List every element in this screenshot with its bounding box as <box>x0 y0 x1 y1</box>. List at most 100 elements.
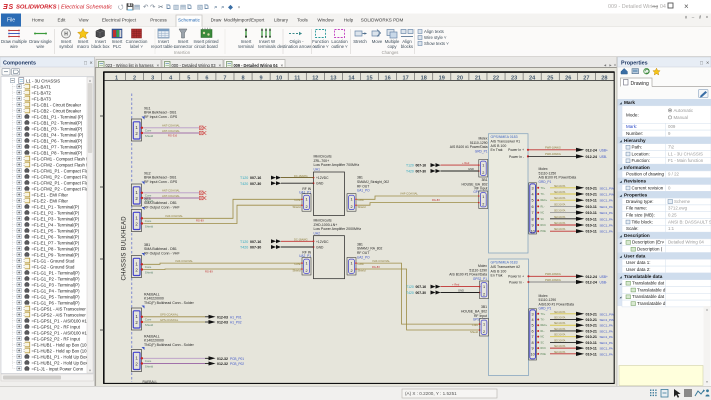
svg-text:3: 3 <box>532 312 534 316</box>
svg-text:VHF-COAXIAL: VHF-COAXIAL <box>175 259 193 263</box>
svg-text:NC: NC <box>541 336 545 339</box>
svg-text:RF Input Conn - GPS: RF Input Conn - GPS <box>144 180 178 184</box>
svg-text:25: 25 <box>547 75 553 81</box>
svg-text:=F1-CB1_P3 - Terminal(P): =F1-CB1_P3 - Terminal(P) <box>32 126 83 131</box>
svg-text:En Trak: En Trak <box>491 274 503 278</box>
svg-text:T420: T420 <box>240 182 248 186</box>
svg-text:PWR-18AWG: PWR-18AWG <box>545 152 561 156</box>
svg-text:GRD_P1: GRD_P1 <box>539 307 552 311</box>
svg-text:RG-8X: RG-8X <box>196 219 204 223</box>
svg-text:7: 7 <box>532 335 534 339</box>
svg-text:SEC1_PW: SEC1_PW <box>600 193 615 197</box>
svg-text:(A) X : 0.2200, Y : 1.5251: (A) X : 0.2200, Y : 1.5251 <box>405 391 457 396</box>
svg-text:SEC1_PW: SEC1_PW <box>600 318 615 322</box>
svg-text:1: 1 <box>350 198 352 202</box>
svg-text:⧉: ⧉ <box>166 4 171 11</box>
svg-text:2: 2 <box>482 202 484 206</box>
svg-text:=F1-BAT3: =F1-BAT3 <box>32 96 52 101</box>
svg-text:Show texts ˅: Show texts ˅ <box>424 41 449 46</box>
svg-text:Power In -: Power In - <box>509 155 524 159</box>
svg-text:DC-18AWG: DC-18AWG <box>294 238 308 242</box>
svg-text:Core: Core <box>472 323 479 327</box>
svg-text:SEC1_PA: SEC1_PA <box>600 329 613 333</box>
svg-text:TNC(F) Bulkhead Conn - Solder: TNC(F) Bulkhead Conn - Solder <box>144 301 195 305</box>
svg-text:=F1-CB2 - Circuit Breaker: =F1-CB2 - Circuit Breaker <box>32 108 82 113</box>
svg-text:L1 - 3U CHASSIS: L1 - 3U CHASSIS <box>668 151 703 156</box>
svg-text:GND: GND <box>468 167 474 171</box>
svg-text:=F1-GPS2_P1 - AIS/0100 #1: =F1-GPS2_P1 - AIS/0100 #1 <box>32 330 88 335</box>
svg-text:1: 1 <box>350 262 352 266</box>
svg-text:TX+: TX+ <box>541 313 546 316</box>
svg-text:Wire style ˅: Wire style ˅ <box>424 35 447 40</box>
svg-text:Mode:: Mode: <box>626 112 639 117</box>
svg-text:□: □ <box>700 61 703 67</box>
svg-text:007-30: 007-30 <box>416 170 427 174</box>
svg-text:T420: T420 <box>406 291 414 295</box>
svg-text:Translatable dat: Translatable dat <box>632 281 665 286</box>
svg-text:=F1-HUB1_P1 - Hold Up Box: =F1-HUB1_P1 - Hold Up Box <box>32 354 89 359</box>
svg-text:SEC1_PA: SEC1_PA <box>600 205 613 209</box>
svg-text:Core: Core <box>294 262 301 266</box>
svg-text:black box: black box <box>91 44 110 49</box>
svg-text:SEC1_PW: SEC1_PW <box>600 186 615 190</box>
svg-text:Help: Help <box>344 18 354 23</box>
svg-text:4: 4 <box>532 193 534 197</box>
svg-text:GPS-COAXIAL: GPS-COAXIAL <box>160 318 179 322</box>
svg-text:DC-18AWG: DC-18AWG <box>294 174 308 178</box>
svg-text:SEC-DATA: SEC-DATA <box>554 328 566 331</box>
svg-text:Core: Core <box>358 198 365 202</box>
svg-text:=F1-CFM1 - Compact Flash M: =F1-CFM1 - Compact Flash M <box>32 156 91 161</box>
svg-text:007-30: 007-30 <box>250 246 261 250</box>
svg-text:terminals: terminals <box>258 44 275 49</box>
svg-text:↶: ↶ <box>143 4 149 11</box>
svg-text:Automatic: Automatic <box>674 108 694 113</box>
svg-text:+ Red: + Red <box>452 282 460 286</box>
svg-text:=F1-GPS1_P2 - RF Input: =F1-GPS1_P2 - RF Input <box>32 324 81 329</box>
svg-text:=F1-CB1_P4 - Terminal (P): =F1-CB1_P4 - Terminal (P) <box>32 132 84 137</box>
svg-text:User data 1:: User data 1: <box>626 260 651 265</box>
svg-text:=F1-GPS1_P1 - AIS/0100 #1: =F1-GPS1_P1 - AIS/0100 #1 <box>32 318 88 323</box>
svg-text:□: □ <box>84 61 87 67</box>
svg-text:TX-: TX- <box>541 319 545 322</box>
svg-text:T120: T120 <box>406 164 414 168</box>
svg-text:Mark: Mark <box>624 100 635 105</box>
svg-text:16: 16 <box>384 75 390 81</box>
svg-text:8: 8 <box>532 341 534 345</box>
svg-text:Shield: Shield <box>145 323 154 327</box>
svg-text:5: 5 <box>532 199 534 203</box>
svg-text:L1 - 3U CHASSIS: L1 - 3U CHASSIS <box>26 78 60 83</box>
svg-text:=F1-G2 - Ground Stud: =F1-G2 - Ground Stud <box>32 264 75 269</box>
svg-text:UA2_PO: UA2_PO <box>357 255 370 259</box>
svg-text:—: — <box>652 4 658 10</box>
svg-text:=F1-HUB2 - Hold up Box (10: =F1-HUB2 - Hold up Box (10 <box>32 348 88 353</box>
svg-text:H1_P02: H1_P02 <box>230 321 242 325</box>
svg-text:SEC1_PA: SEC1_PA <box>600 341 613 345</box>
svg-text:RG-8X: RG-8X <box>372 265 380 269</box>
svg-text:=F1-J1 - Input Power Conn: =F1-J1 - Input Power Conn <box>32 366 84 371</box>
svg-text:T120: T120 <box>406 285 414 289</box>
svg-text:Drawing: Drawing <box>631 81 650 87</box>
svg-text:⌕: ⌕ <box>221 4 225 11</box>
svg-text:GND: GND <box>316 182 324 186</box>
svg-text:POE: POE <box>541 230 547 233</box>
svg-text:Location:: Location: <box>632 151 650 156</box>
svg-text:=F1-HUB1_P2 - Hold Up Box: =F1-HUB1_P2 - Hold Up Box <box>32 360 89 365</box>
svg-text:⭯: ⭯ <box>118 4 124 11</box>
svg-text:010-21: 010-21 <box>586 312 597 316</box>
svg-text:×: × <box>706 61 709 67</box>
svg-text:8: 8 <box>532 217 534 221</box>
svg-text:17: 17 <box>403 75 409 81</box>
svg-text:012-32: 012-32 <box>217 362 228 366</box>
svg-text:SEC-DATA: SEC-DATA <box>554 222 566 225</box>
svg-text:destination arrows ˅: destination arrows ˅ <box>277 44 316 49</box>
svg-text:💾: 💾 <box>126 3 134 11</box>
svg-text:RL-: RL- <box>541 330 545 333</box>
svg-text:=F1-CB1_P6 - Terminal(P): =F1-CB1_P6 - Terminal(P) <box>32 138 83 143</box>
svg-text:×: × <box>684 2 689 11</box>
svg-text:UA1_PO: UA1_PO <box>357 189 370 193</box>
svg-text:Ǝ: Ǝ <box>3 4 8 11</box>
svg-text:007-30: 007-30 <box>416 291 427 295</box>
svg-text:H1_P01: H1_P01 <box>230 315 242 319</box>
svg-text:File size (MB):: File size (MB): <box>626 213 655 218</box>
svg-text:USB+: USB+ <box>600 149 609 153</box>
